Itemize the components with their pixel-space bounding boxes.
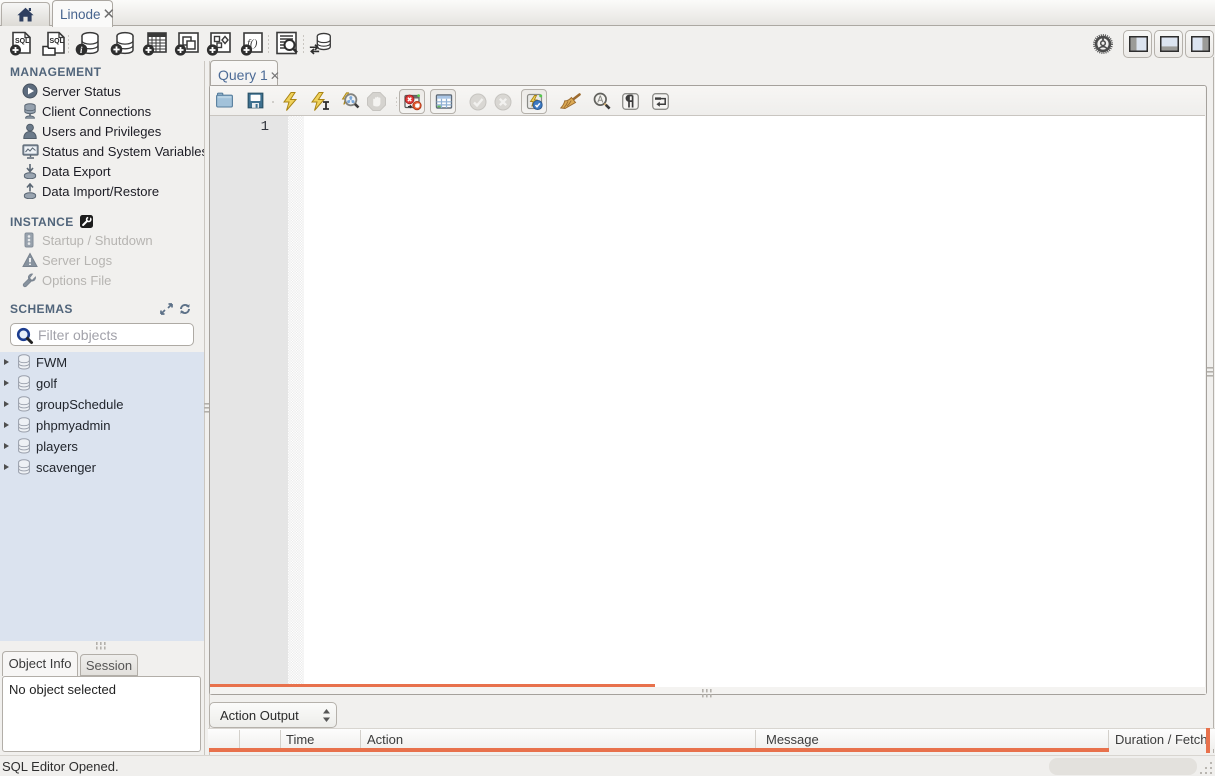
svg-text:SQL: SQL [50, 38, 65, 45]
svg-text:SQL: SQL [15, 38, 30, 45]
